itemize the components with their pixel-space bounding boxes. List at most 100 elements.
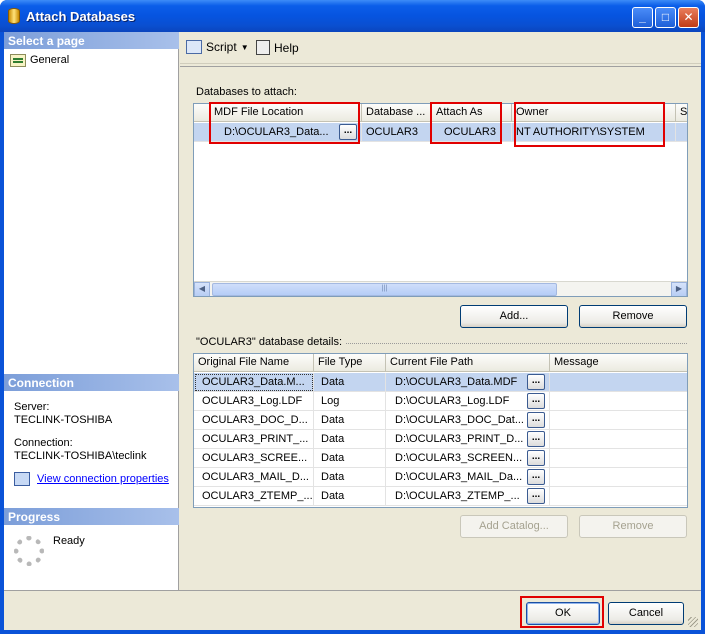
cell-current-path[interactable]: D:\OCULAR3_ZTEMP_...... xyxy=(386,487,550,506)
minimize-button[interactable]: _ xyxy=(632,7,653,28)
dialog-client: Select a page General Connection Server:… xyxy=(4,32,701,630)
browse-path-button[interactable]: ... xyxy=(527,393,545,409)
script-label: Script xyxy=(206,40,237,54)
remove-file-button[interactable]: Remove xyxy=(579,515,687,538)
database-icon xyxy=(8,8,20,24)
cell-current-path[interactable]: D:\OCULAR3_Data.MDF... xyxy=(386,373,550,392)
cell-original-name[interactable]: OCULAR3_PRINT_... xyxy=(194,430,314,449)
cell-message xyxy=(550,411,687,430)
cell-current-path[interactable]: D:\OCULAR3_PRINT_D...... xyxy=(386,430,550,449)
col-mdf-file-location[interactable]: MDF File Location xyxy=(210,104,362,122)
cell-file-type[interactable]: Data xyxy=(314,430,386,449)
help-button[interactable]: Help xyxy=(256,40,299,55)
maximize-icon: □ xyxy=(661,10,670,24)
browse-mdf-button[interactable]: ... xyxy=(339,124,357,140)
ok-button[interactable]: OK xyxy=(526,602,600,625)
maximize-button[interactable]: □ xyxy=(655,7,676,28)
remove-button[interactable]: Remove xyxy=(579,305,687,328)
general-page: Databases to attach: MDF File Location D… xyxy=(180,66,701,590)
row-header xyxy=(194,123,210,142)
table-row[interactable]: OCULAR3_Data.M... Data D:\OCULAR3_Data.M… xyxy=(194,373,687,392)
cell-original-name[interactable]: OCULAR3_ZTEMP_... xyxy=(194,487,314,506)
view-connection-properties-link[interactable]: View connection properties xyxy=(37,473,169,485)
cell-file-type[interactable]: Data xyxy=(314,373,386,392)
browse-path-button[interactable]: ... xyxy=(527,488,545,504)
cancel-button[interactable]: Cancel xyxy=(608,602,684,625)
help-label: Help xyxy=(274,40,299,55)
attach-databases-window: Attach Databases _ □ ✕ Select a page Gen… xyxy=(0,0,705,634)
table-row[interactable]: OCULAR3_ZTEMP_... Data D:\OCULAR3_ZTEMP_… xyxy=(194,487,687,506)
cell-file-type[interactable]: Data xyxy=(314,449,386,468)
col-owner[interactable]: Owner xyxy=(512,104,676,122)
cell-current-path-text: D:\OCULAR3_Log.LDF xyxy=(395,395,510,407)
browse-path-button[interactable]: ... xyxy=(527,450,545,466)
title-bar[interactable]: Attach Databases _ □ ✕ xyxy=(0,0,705,32)
col-current-file-path[interactable]: Current File Path xyxy=(386,354,550,372)
close-button[interactable]: ✕ xyxy=(678,7,699,28)
col-original-file-name[interactable]: Original File Name xyxy=(194,354,314,372)
progress-spinner-icon xyxy=(14,536,44,566)
table-row[interactable]: OCULAR3_PRINT_... Data D:\OCULAR3_PRINT_… xyxy=(194,430,687,449)
close-icon: ✕ xyxy=(683,10,694,24)
cell-original-name[interactable]: OCULAR3_SCREE... xyxy=(194,449,314,468)
cell-mdf[interactable]: D:\OCULAR3_Data... ... xyxy=(210,123,362,142)
cell-current-path[interactable]: D:\OCULAR3_Log.LDF... xyxy=(386,392,550,411)
table-row[interactable]: D:\OCULAR3_Data... ... OCULAR3 OCULAR3 N… xyxy=(194,123,687,142)
cell-message xyxy=(550,468,687,487)
cell-original-name[interactable]: OCULAR3_Data.M... xyxy=(194,373,314,392)
general-page-icon xyxy=(10,53,26,67)
dropdown-arrow-icon: ▼ xyxy=(240,42,249,52)
cell-current-path[interactable]: D:\OCULAR3_SCREEN...... xyxy=(386,449,550,468)
add-catalog-button[interactable]: Add Catalog... xyxy=(460,515,568,538)
table-row[interactable]: OCULAR3_DOC_D... Data D:\OCULAR3_DOC_Dat… xyxy=(194,411,687,430)
page-item-general[interactable]: General xyxy=(10,52,69,68)
script-button[interactable]: Script ▼ xyxy=(186,40,249,54)
script-icon xyxy=(186,40,202,54)
cell-original-name[interactable]: OCULAR3_DOC_D... xyxy=(194,411,314,430)
cell-current-path-text: D:\OCULAR3_ZTEMP_... xyxy=(395,490,520,502)
browse-path-button[interactable]: ... xyxy=(527,412,545,428)
browse-path-button[interactable]: ... xyxy=(527,431,545,447)
table-row[interactable]: OCULAR3_MAIL_D... Data D:\OCULAR3_MAIL_D… xyxy=(194,468,687,487)
scroll-left-icon[interactable]: ◀ xyxy=(194,282,210,296)
connection-header: Connection xyxy=(4,374,179,391)
col-attach-as[interactable]: Attach As xyxy=(432,104,512,122)
col-database-name[interactable]: Database ... xyxy=(362,104,432,122)
cell-message xyxy=(550,373,687,392)
databases-grid-header: MDF File Location Database ... Attach As… xyxy=(194,104,687,122)
horizontal-scrollbar[interactable]: ◀ ||| ▶ xyxy=(194,281,687,296)
scroll-thumb[interactable]: ||| xyxy=(212,283,557,296)
cell-current-path-text: D:\OCULAR3_PRINT_D... xyxy=(395,433,524,445)
col-status[interactable]: S xyxy=(676,104,687,122)
col-file-type[interactable]: File Type xyxy=(314,354,386,372)
row-header-col xyxy=(194,104,210,122)
cell-current-path[interactable]: D:\OCULAR3_MAIL_Da...... xyxy=(386,468,550,487)
cell-current-path-text: D:\OCULAR3_DOC_Dat... xyxy=(395,414,524,426)
table-row[interactable]: OCULAR3_SCREE... Data D:\OCULAR3_SCREEN.… xyxy=(194,449,687,468)
databases-grid[interactable]: MDF File Location Database ... Attach As… xyxy=(193,103,688,297)
cell-file-type[interactable]: Data xyxy=(314,487,386,506)
progress-status: Ready xyxy=(53,535,85,547)
details-separator xyxy=(346,343,687,344)
progress-header: Progress xyxy=(4,508,179,525)
cell-original-name[interactable]: OCULAR3_MAIL_D... xyxy=(194,468,314,487)
dialog-footer: OK Cancel xyxy=(4,590,701,630)
cell-owner[interactable]: NT AUTHORITY\SYSTEM xyxy=(512,123,676,142)
cell-file-type[interactable]: Log xyxy=(314,392,386,411)
scroll-right-icon[interactable]: ▶ xyxy=(671,282,687,296)
cell-attach-as[interactable]: OCULAR3 xyxy=(432,123,512,142)
add-button[interactable]: Add... xyxy=(460,305,568,328)
cell-database[interactable]: OCULAR3 xyxy=(362,123,432,142)
table-row[interactable]: OCULAR3_Log.LDF Log D:\OCULAR3_Log.LDF..… xyxy=(194,392,687,411)
browse-path-button[interactable]: ... xyxy=(527,469,545,485)
cell-original-name[interactable]: OCULAR3_Log.LDF xyxy=(194,392,314,411)
resize-grip-icon[interactable] xyxy=(688,617,698,627)
browse-path-button[interactable]: ... xyxy=(527,374,545,390)
col-message[interactable]: Message xyxy=(550,354,687,372)
cell-file-type[interactable]: Data xyxy=(314,411,386,430)
database-details-label: "OCULAR3" database details: xyxy=(196,336,342,348)
cell-file-type[interactable]: Data xyxy=(314,468,386,487)
details-grid[interactable]: Original File Name File Type Current Fil… xyxy=(193,353,688,508)
databases-to-attach-label: Databases to attach: xyxy=(196,86,297,98)
cell-current-path[interactable]: D:\OCULAR3_DOC_Dat...... xyxy=(386,411,550,430)
